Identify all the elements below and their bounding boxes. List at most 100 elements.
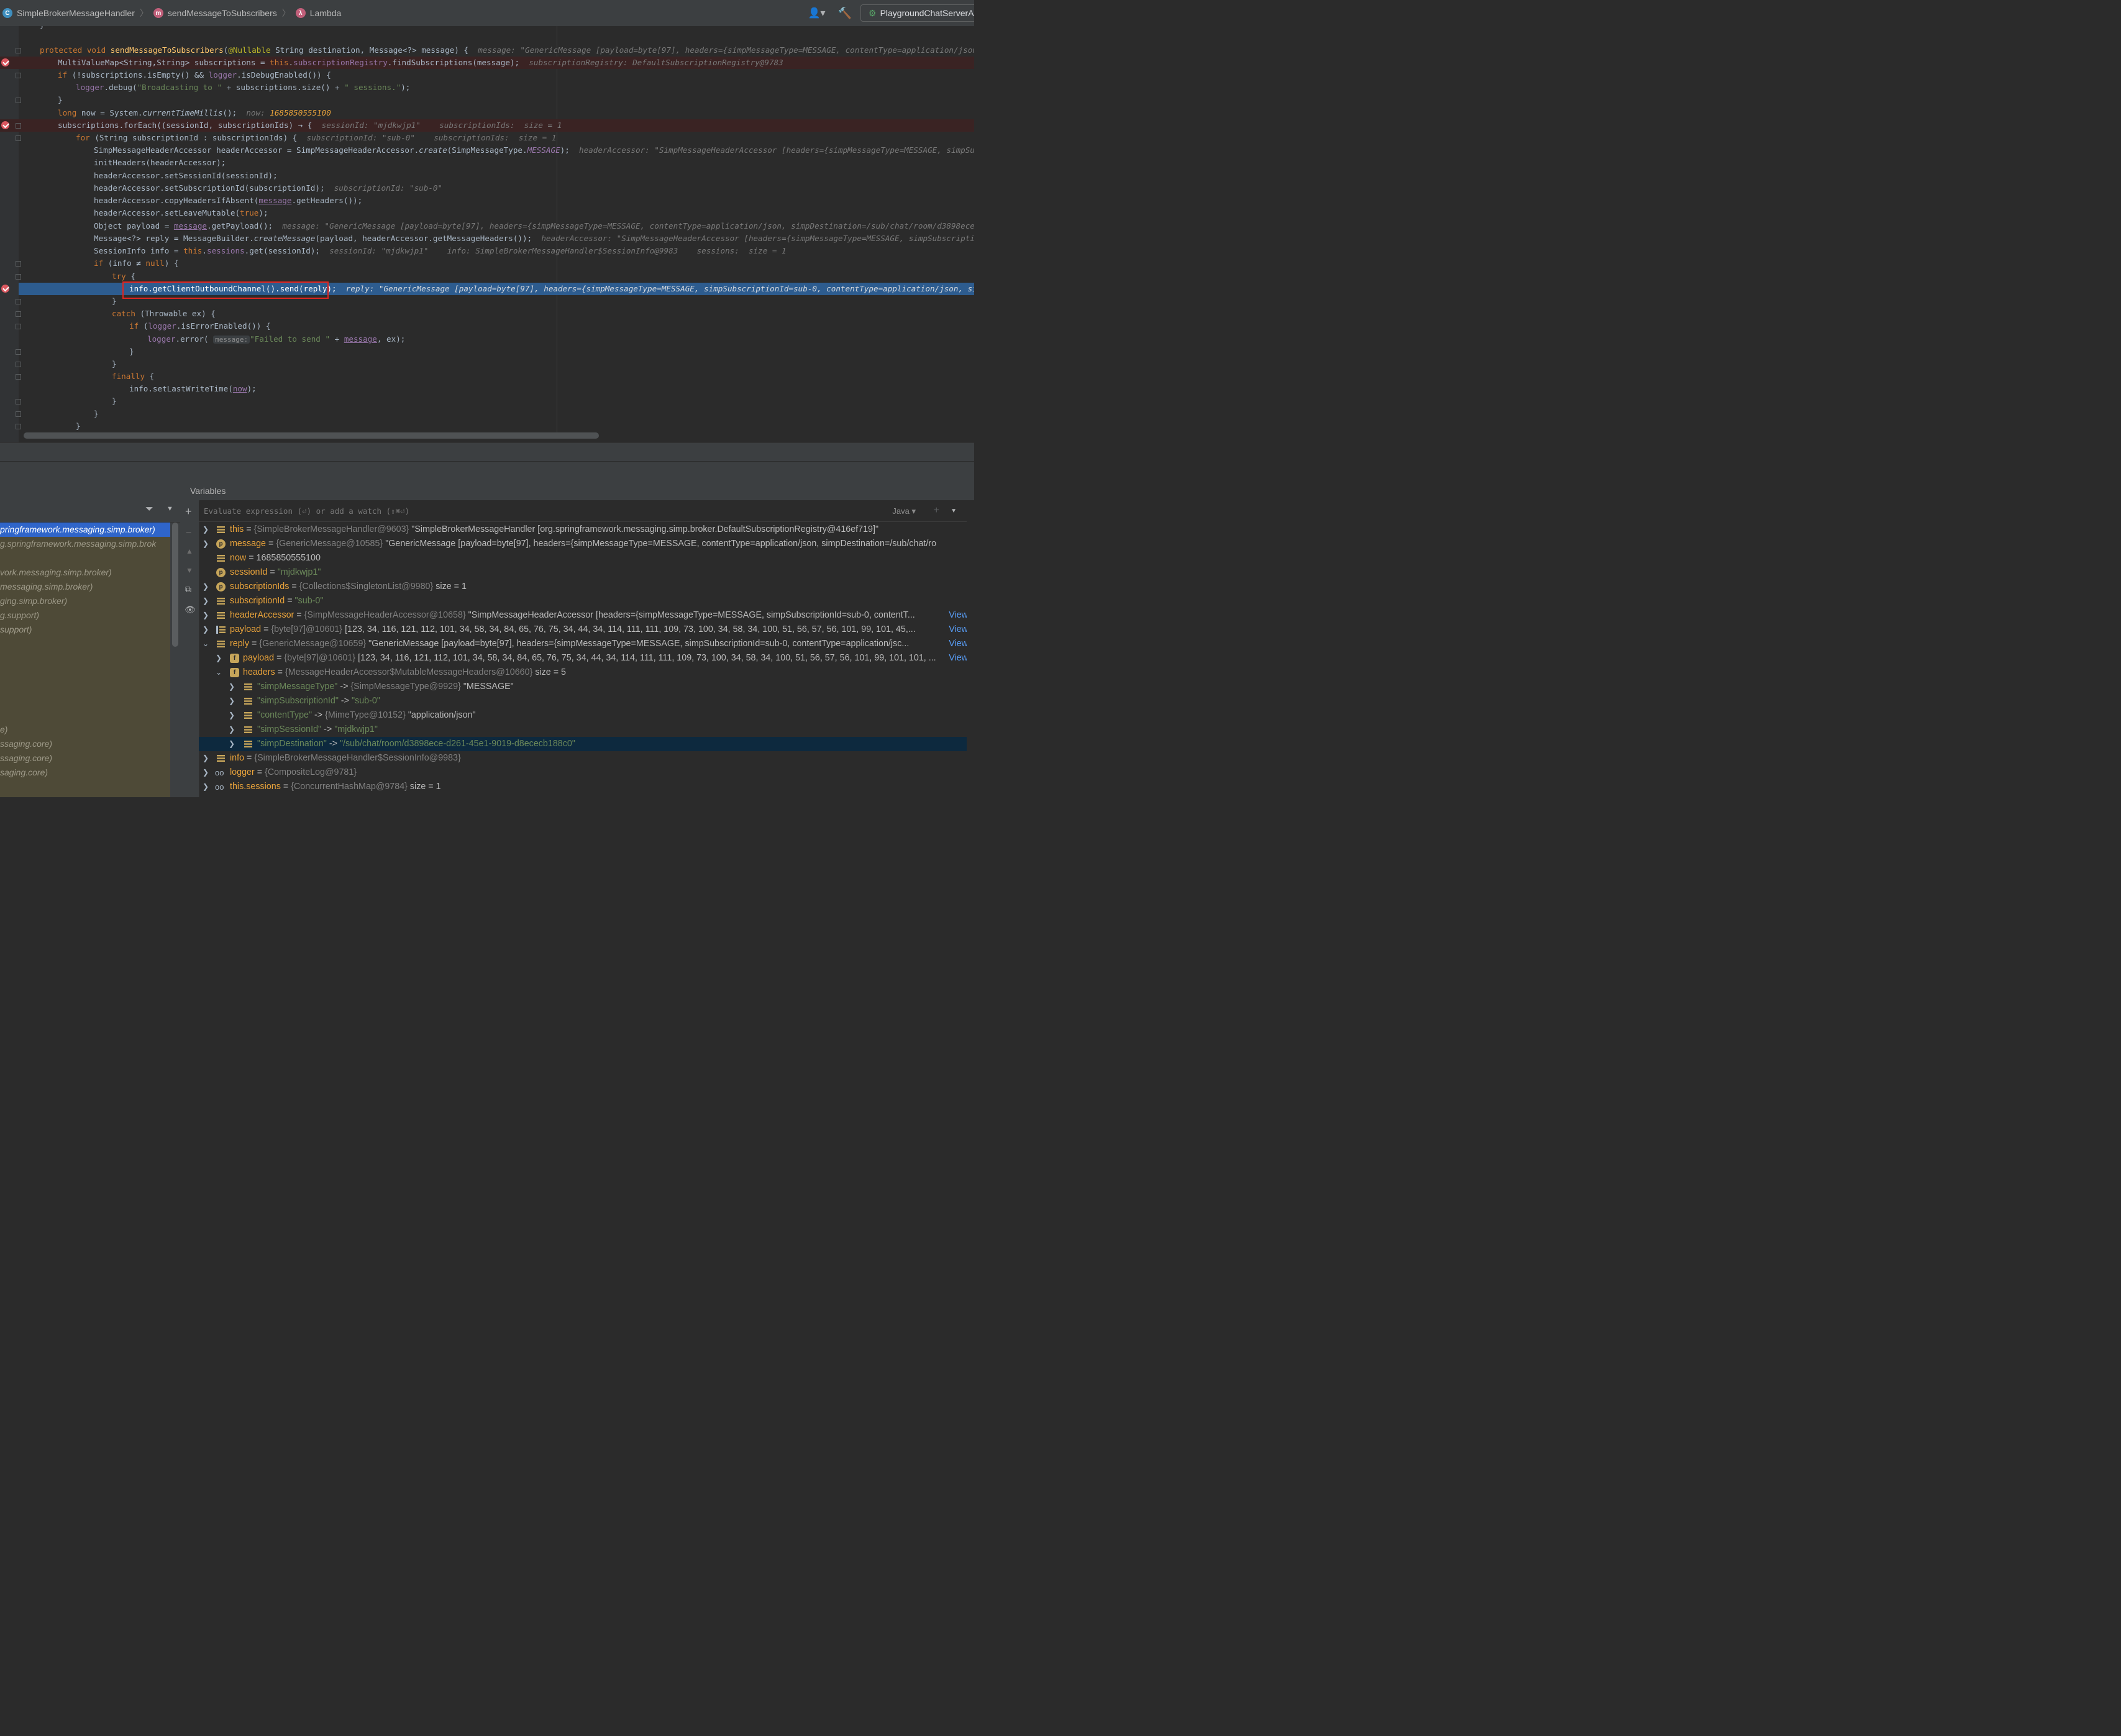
fold-marker[interactable] [16,299,21,304]
fold-marker[interactable] [16,374,21,380]
view-link[interactable]: View [945,651,968,665]
frame-item[interactable]: ssaging.core) [0,751,170,765]
breadcrumb-lambda[interactable]: λ Lambda [295,8,341,18]
frame-item[interactable]: g.springframework.messaging.simp.brok [0,537,170,551]
chevron-right-icon[interactable]: ❯ [202,765,209,780]
chevron-right-icon[interactable]: ❯ [202,623,209,637]
add-watch-icon[interactable]: + [934,505,939,516]
fold-marker[interactable] [16,424,21,429]
frame-item[interactable]: ging.simp.broker) [0,594,170,608]
fold-marker[interactable] [16,123,21,129]
frame-item[interactable] [0,680,170,694]
frame-item[interactable]: messaging.simp.broker) [0,580,170,594]
frame-item[interactable]: support) [0,623,170,637]
run-configuration-selector[interactable]: ⚙ PlaygroundChatServerAp [860,4,974,22]
build-hammer-icon[interactable]: 🔨 [838,7,852,20]
chevron-right-icon[interactable]: ❯ [202,751,209,765]
horizontal-scrollbar[interactable] [24,432,599,439]
variable-row-selected[interactable]: ❯ "simpDestination" -> "/sub/chat/room/d… [199,737,969,751]
fold-marker[interactable] [16,98,21,103]
variable-row[interactable]: ❯ "simpSubscriptionId" -> "sub-0" [199,694,969,708]
fold-marker[interactable] [16,411,21,417]
variable-row[interactable]: ❯ subscriptionId = "sub-0" [199,594,969,608]
breakpoint-icon[interactable] [1,58,9,66]
frame-item[interactable]: ssaging.core) [0,737,170,751]
variable-row[interactable]: ❯ "simpSessionId" -> "mjdkwjp1" [199,723,969,737]
chevron-right-icon[interactable]: ❯ [202,580,209,594]
chevron-right-icon[interactable]: ❯ [202,523,209,537]
variable-row[interactable]: ❯ f payload = {byte[97]@10601} [123, 34,… [199,651,969,665]
frame-item[interactable]: pringframework.messaging.simp.broker) [0,523,170,537]
variable-row[interactable]: ❯ "contentType" -> {MimeType@10152} "app… [199,708,969,723]
evaluate-expression-field[interactable]: Evaluate expression (⏎) or add a watch (… [199,501,967,522]
fold-marker[interactable] [16,261,21,267]
frame-item[interactable] [0,694,170,708]
user-account-icon[interactable]: 👤▾ [808,7,826,19]
variables-tree[interactable]: ❯ this = {SimpleBrokerMessageHandler@960… [199,523,969,797]
code-editor[interactable]: } protected void sendMessageToSubscriber… [0,26,974,442]
fold-marker[interactable] [16,349,21,355]
breakpoint-icon[interactable] [1,285,9,293]
variable-row[interactable]: ❯ p message = {GenericMessage@10585} "Ge… [199,537,969,551]
chevron-right-icon[interactable]: ❯ [228,694,235,708]
move-up-icon[interactable]: ▲ [186,547,193,555]
variable-row[interactable]: ❯ oo this.sessions = {ConcurrentHashMap@… [199,780,969,794]
frame-item[interactable] [0,665,170,680]
chevron-right-icon[interactable]: ❯ [202,780,209,794]
variable-row[interactable]: ⌄ f headers = {MessageHeaderAccessor$Mut… [199,665,969,680]
chevron-down-icon[interactable]: ⌄ [202,637,209,651]
frame-item[interactable]: saging.core) [0,765,170,780]
fold-marker[interactable] [16,311,21,317]
variable-row[interactable]: ❯ oo logger = {CompositeLog@9781} [199,765,969,780]
view-link[interactable]: View [945,637,968,651]
view-link[interactable]: View [945,608,968,623]
chevron-right-icon[interactable]: ❯ [228,723,235,737]
chevron-right-icon[interactable]: ❯ [202,537,209,551]
frame-item[interactable]: vork.messaging.simp.broker) [0,565,170,580]
variable-row[interactable]: now = 1685850555100 [199,551,969,565]
breadcrumb-method[interactable]: m sendMessageToSubscribers [153,8,277,18]
variable-row[interactable]: ❯ payload = {byte[97]@10601} [123, 34, 1… [199,623,969,637]
chevron-down-icon[interactable]: ▼ [166,505,173,513]
chevron-right-icon[interactable]: ❯ [228,737,235,751]
frame-item[interactable] [0,551,170,565]
eye-icon[interactable]: 👁 [185,605,196,615]
variable-row[interactable]: ❯ "simpMessageType" -> {SimpMessageType@… [199,680,969,694]
frame-item[interactable]: g.support) [0,608,170,623]
view-link[interactable]: View [945,623,968,637]
fold-marker[interactable] [16,399,21,404]
chevron-down-icon[interactable]: ▼ [951,508,957,514]
fold-marker[interactable] [16,73,21,78]
variable-row[interactable]: ❯ headerAccessor = {SimpMessageHeaderAcc… [199,608,969,623]
chevron-right-icon[interactable]: ❯ [202,594,209,608]
fold-marker[interactable] [16,274,21,280]
chevron-right-icon[interactable]: ❯ [228,680,235,694]
move-down-icon[interactable]: ▼ [186,566,193,575]
frame-item[interactable] [0,708,170,723]
chevron-right-icon[interactable]: ❯ [228,708,235,723]
chevron-right-icon[interactable]: ❯ [202,608,209,623]
variable-row[interactable]: ❯ info = {SimpleBrokerMessageHandler$Ses… [199,751,969,765]
fold-marker[interactable] [16,362,21,367]
minus-icon[interactable]: − [186,528,191,539]
chevron-right-icon[interactable]: ❯ [215,651,222,665]
variable-row[interactable]: p sessionId = "mjdkwjp1" [199,565,969,580]
frame-item[interactable] [0,651,170,665]
add-watch-icon[interactable]: + [185,505,192,518]
breakpoint-icon[interactable] [1,121,9,129]
variables-scrollbar-track[interactable] [967,500,974,797]
frames-scrollbar[interactable] [172,523,178,647]
breadcrumb-class[interactable]: C SimpleBrokerMessageHandler [2,8,135,18]
filter-icon[interactable]: ⏷ [145,504,153,515]
fold-marker[interactable] [16,48,21,53]
variable-row[interactable]: ❯ p subscriptionIds = {Collections$Singl… [199,580,969,594]
fold-marker[interactable] [16,324,21,329]
language-selector[interactable]: Java ▾ [892,506,916,516]
variable-row[interactable]: ⌄ reply = {GenericMessage@10659} "Generi… [199,637,969,651]
fold-marker[interactable] [16,135,21,141]
frame-item[interactable]: e) [0,723,170,737]
copy-icon[interactable]: ⧉ [185,584,191,595]
frame-item[interactable] [0,637,170,651]
frames-list[interactable]: pringframework.messaging.simp.broker) g.… [0,523,170,797]
chevron-down-icon[interactable]: ⌄ [215,665,222,680]
